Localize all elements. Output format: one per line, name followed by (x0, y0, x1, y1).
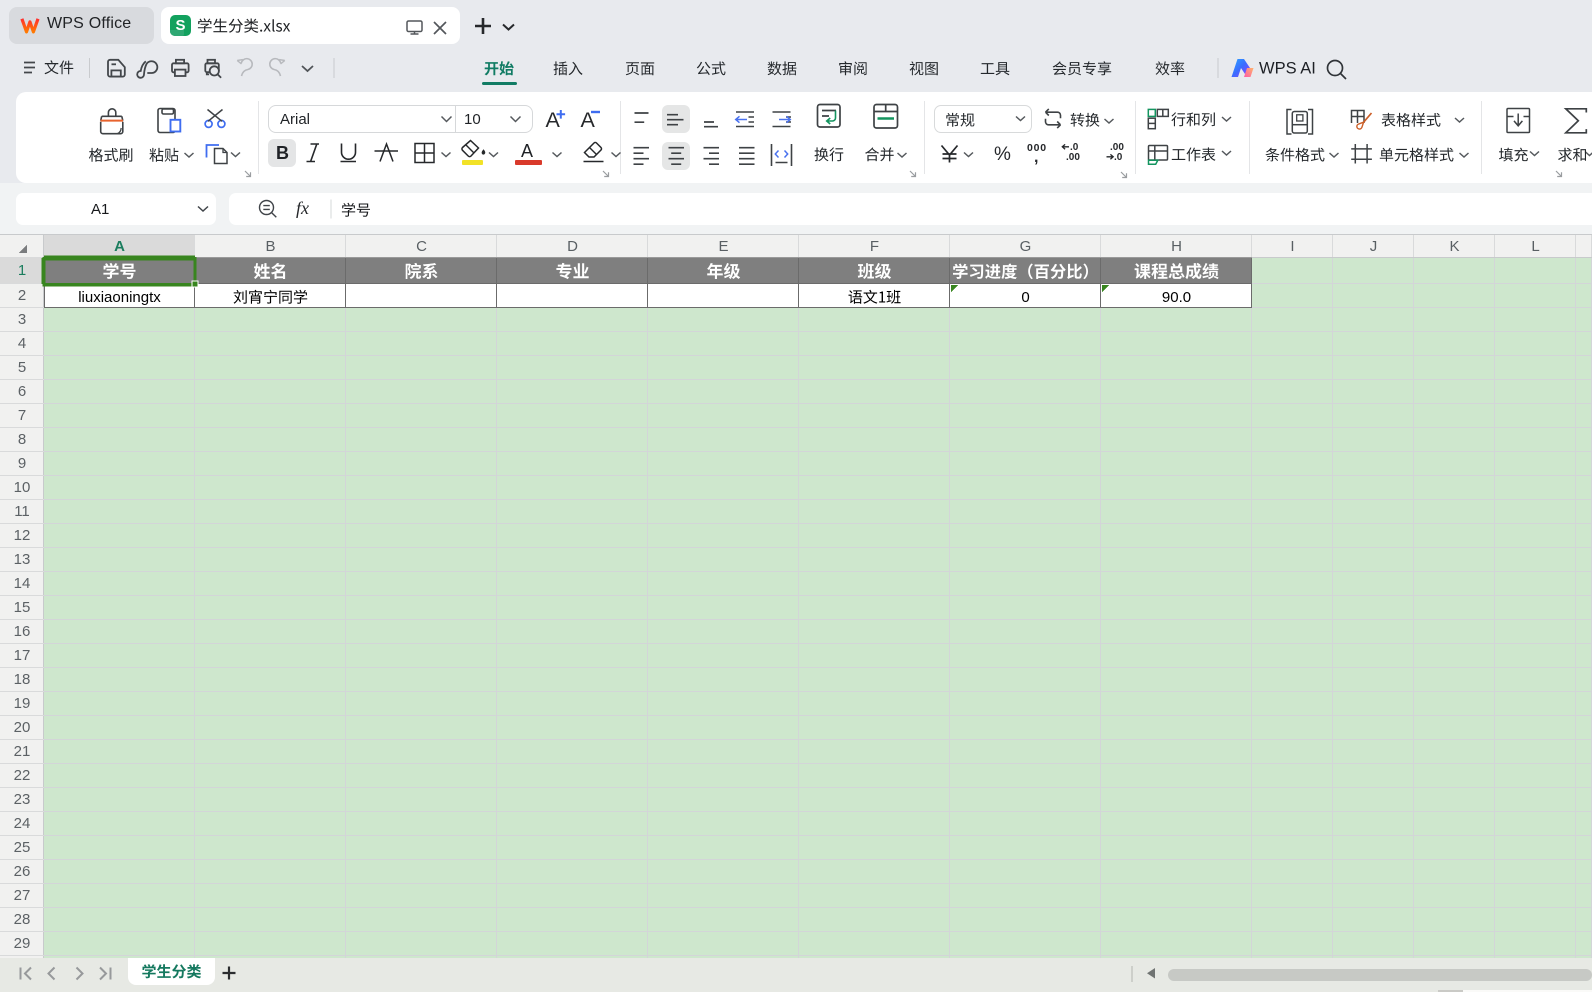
svg-text:WPS AI: WPS AI (1259, 60, 1316, 78)
